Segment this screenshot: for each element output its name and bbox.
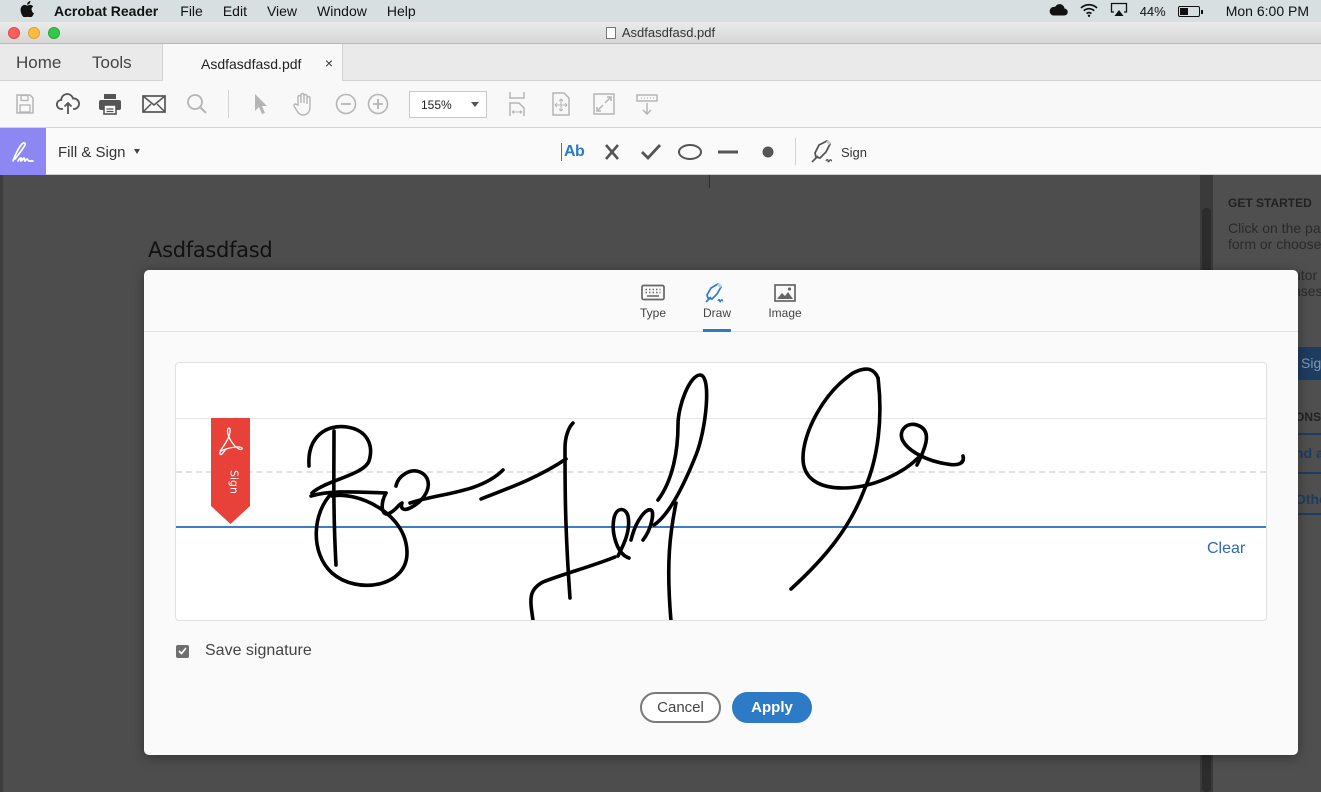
zoom-window-button[interactable] [48, 27, 60, 39]
cancel-button[interactable]: Cancel [640, 692, 721, 723]
clock[interactable]: Mon 6:00 PM [1226, 3, 1309, 19]
sign-pen-icon[interactable] [809, 139, 837, 165]
document-tab[interactable]: Asdfasdfasd.pdf × [162, 44, 343, 81]
menu-file[interactable]: File [180, 3, 203, 19]
menu-app-name[interactable]: Acrobat Reader [54, 3, 158, 19]
airplay-icon[interactable] [1110, 2, 1128, 20]
tab-tools[interactable]: Tools [92, 53, 132, 73]
select-pointer-icon[interactable] [248, 92, 272, 116]
add-text-icon[interactable]: Ab [561, 139, 585, 165]
dot-icon[interactable] [760, 139, 776, 165]
cloud-icon[interactable] [1048, 3, 1068, 19]
battery-icon[interactable] [1177, 5, 1203, 17]
zoom-in-icon[interactable] [366, 92, 390, 116]
zoom-level-value: 155% [421, 98, 452, 112]
signature-stroke [789, 376, 882, 591]
minimize-window-button[interactable] [28, 27, 40, 39]
signature-stroke [307, 424, 373, 495]
get-started-text: Click on the pa form or choose [1228, 220, 1321, 252]
pdf-document-icon [605, 26, 616, 39]
fill-sign-tool-icon[interactable] [0, 128, 46, 175]
fit-width-icon[interactable] [505, 92, 529, 116]
check-mark-icon[interactable] [640, 139, 662, 165]
fit-page-icon[interactable] [549, 92, 573, 116]
zoom-out-icon[interactable] [334, 92, 358, 116]
signature-stroke [666, 501, 678, 620]
close-window-button[interactable] [8, 27, 20, 39]
full-screen-icon[interactable] [592, 92, 616, 116]
sign-button-label[interactable]: Sign [841, 145, 867, 160]
battery-percent: 44% [1139, 3, 1166, 19]
document-heading: Asdfasdfasd [148, 238, 273, 262]
fill-sign-toolbar: Fill & Sign Ab Sign [0, 128, 1321, 175]
drawn-signature [307, 367, 966, 620]
cross-mark-icon[interactable] [603, 139, 621, 165]
save-icon[interactable] [13, 92, 37, 116]
hand-icon[interactable] [291, 92, 315, 116]
page-edge [709, 175, 710, 188]
signature-stroke [801, 367, 920, 490]
window-title-bar: Asdfasdfasd.pdf [0, 22, 1321, 44]
signature-stroke [380, 469, 431, 516]
status-area: 44% Mon 6:00 PM [1048, 0, 1321, 22]
line-icon[interactable] [716, 139, 740, 165]
image-icon [755, 282, 815, 304]
menu-help[interactable]: Help [387, 3, 416, 19]
toolbar-divider [228, 90, 229, 118]
email-icon[interactable] [142, 92, 166, 116]
signature-stroke [629, 508, 655, 542]
send-for-signature-button[interactable]: Sig [1295, 347, 1321, 380]
wifi-icon[interactable] [1080, 3, 1098, 20]
other-options-link[interactable]: Othe [1295, 491, 1321, 507]
signature-stroke [529, 555, 617, 620]
window-title: Asdfasdfasd.pdf [621, 25, 716, 40]
read-mode-icon[interactable] [635, 92, 659, 116]
signature-dialog: Type Draw Image Sign Clear Save signatur… [144, 270, 1298, 755]
window-controls [8, 27, 60, 39]
print-icon[interactable] [98, 92, 122, 116]
main-toolbar: 155% [0, 81, 1321, 128]
macos-menu-bar: Acrobat Reader File Edit View Window Hel… [0, 0, 1321, 22]
apple-menu-icon[interactable] [0, 1, 54, 21]
signature-stroke [652, 373, 709, 527]
signature-stroke [314, 491, 409, 588]
tab-home[interactable]: Home [16, 53, 61, 73]
signature-stroke [899, 422, 966, 467]
ellipse-icon[interactable] [677, 139, 703, 165]
save-signature-option[interactable]: Save signature [176, 642, 312, 660]
close-tab-icon[interactable]: × [325, 55, 333, 71]
chevron-down-icon [471, 102, 479, 107]
document-tab-label: Asdfasdfasd.pdf [201, 56, 302, 72]
send-link[interactable]: nd a [1295, 445, 1321, 461]
signature-draw-canvas[interactable]: Sign Clear [175, 362, 1267, 621]
actions-heading: ONS [1295, 410, 1321, 424]
active-tab-indicator [703, 329, 731, 332]
tab-draw[interactable]: Draw [687, 282, 747, 332]
fill-sign-dropdown-icon[interactable] [134, 149, 140, 154]
signature-method-tabs: Type Draw Image [144, 270, 1298, 332]
tab-type[interactable]: Type [623, 282, 683, 320]
save-signature-checkbox[interactable] [176, 644, 189, 658]
search-icon[interactable] [185, 92, 209, 116]
upload-icon[interactable] [56, 92, 80, 116]
tab-bar: Home Tools Asdfasdfasd.pdf × [0, 44, 1321, 81]
menu-window[interactable]: Window [317, 3, 367, 19]
menu-view[interactable]: View [267, 3, 297, 19]
keyboard-icon [623, 282, 683, 304]
pen-icon [687, 282, 747, 304]
signature-stroke [332, 429, 338, 567]
signature-stroke [611, 507, 631, 560]
apply-button[interactable]: Apply [732, 692, 812, 723]
menu-edit[interactable]: Edit [223, 3, 247, 19]
clear-signature-link[interactable]: Clear [1207, 540, 1245, 558]
fill-sign-title[interactable]: Fill & Sign [58, 144, 126, 161]
zoom-level-select[interactable]: 155% [409, 91, 487, 118]
save-signature-label: Save signature [205, 642, 312, 659]
get-started-heading: GET STARTED [1228, 196, 1312, 210]
tab-image[interactable]: Image [755, 282, 815, 320]
fill-sign-divider [795, 138, 796, 165]
